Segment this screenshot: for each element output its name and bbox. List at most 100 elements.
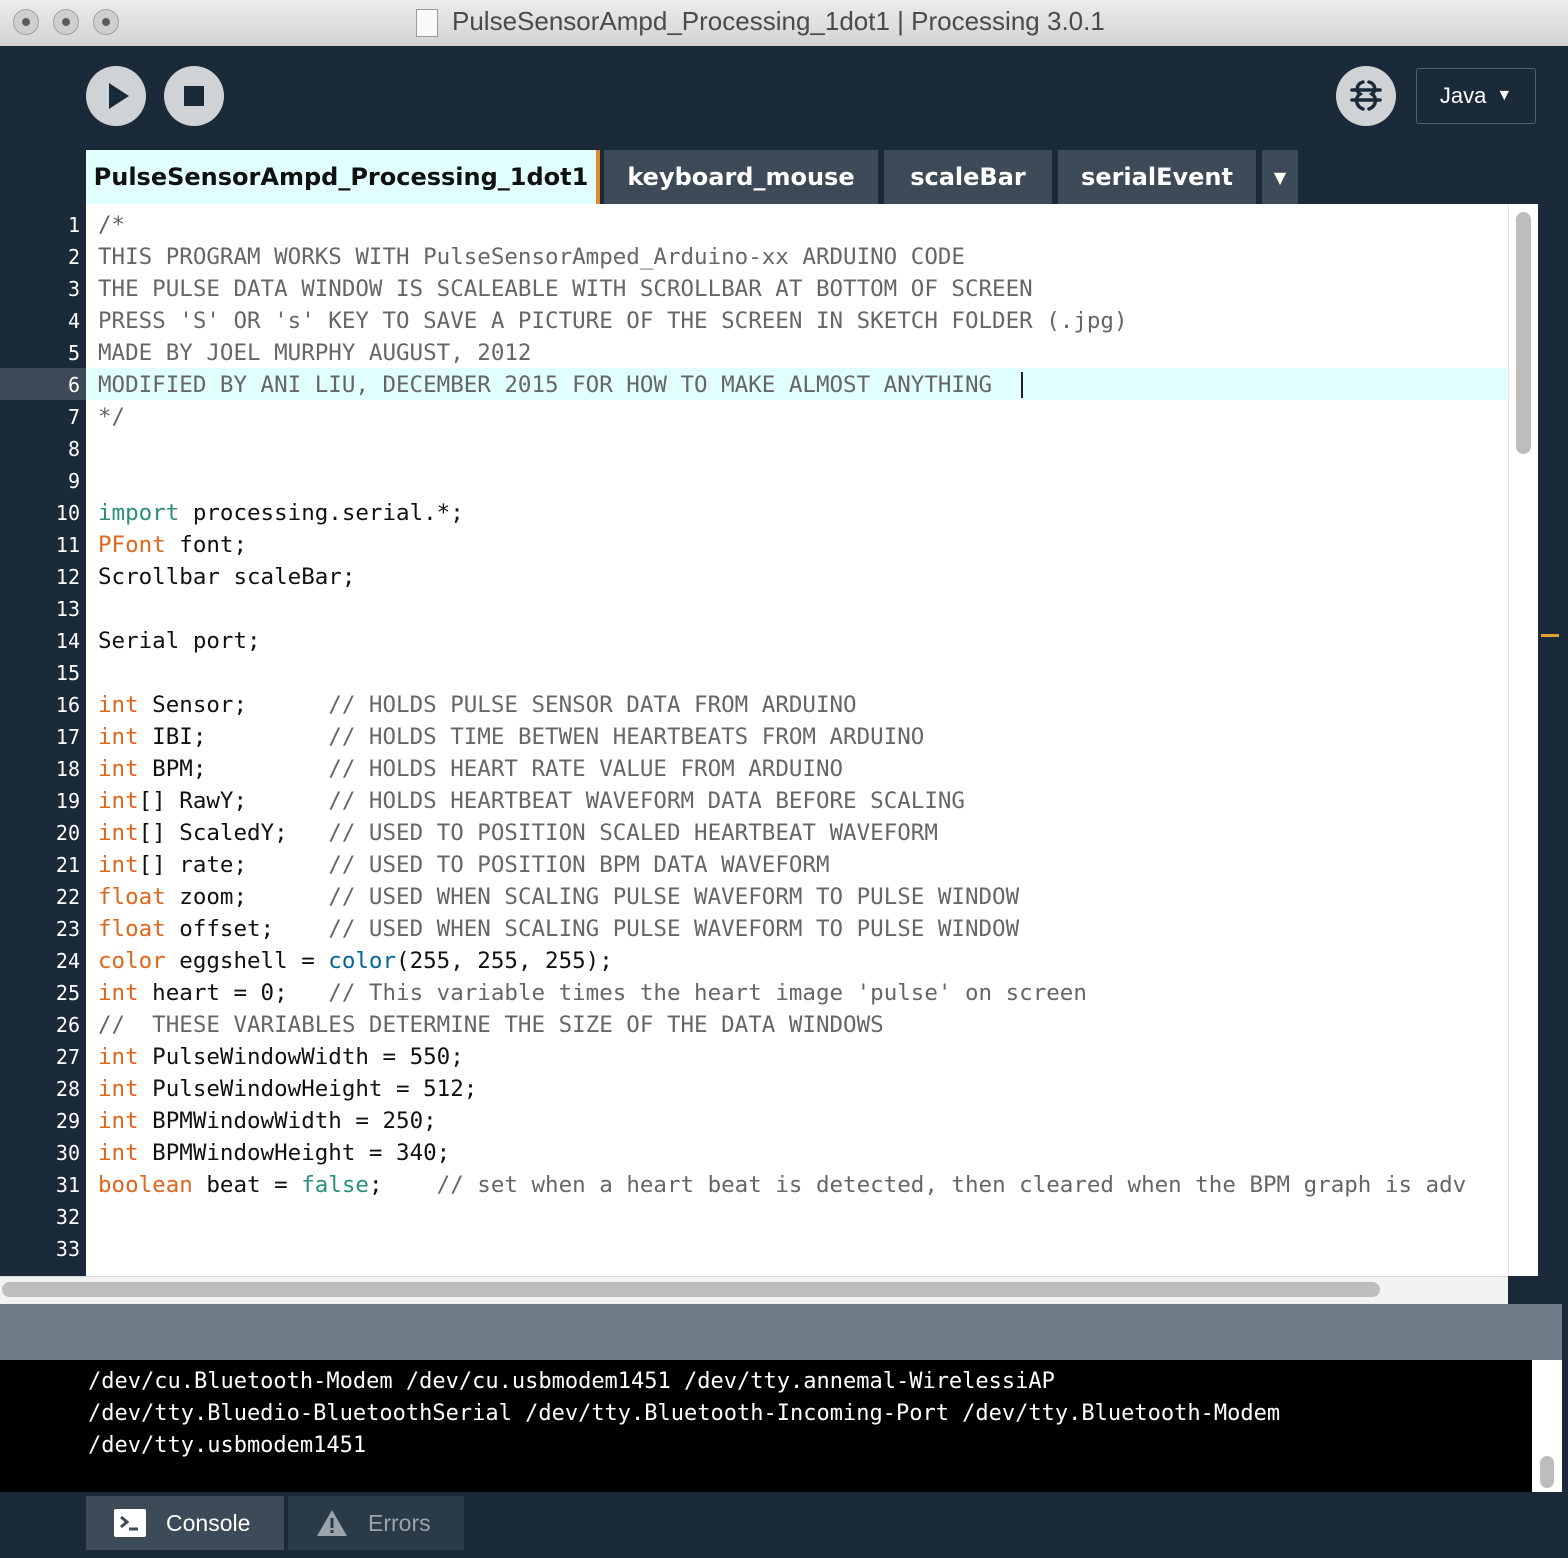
line-number: 12 (55, 565, 80, 589)
code-token: float (98, 916, 166, 942)
code-token: heart = 0; (138, 980, 329, 1006)
code-line: import processing.serial.*; (98, 497, 464, 529)
code-token: BPMWindowHeight = 340; (138, 1140, 451, 1166)
code-token: // HOLDS HEARTBEAT WAVEFORM DATA BEFORE … (328, 788, 965, 814)
debugger-button[interactable] (1336, 66, 1396, 126)
editor-vertical-scroll-thumb[interactable] (1516, 212, 1531, 454)
code-line: Scrollbar scaleBar; (98, 561, 355, 593)
code-token: /* (98, 212, 126, 238)
code-line: int BPMWindowHeight = 340; (98, 1137, 450, 1169)
tab-serialevent[interactable]: serialEvent (1058, 150, 1256, 204)
title-bar: PulseSensorAmpd_Processing_1dot1 | Proce… (0, 0, 1568, 47)
code-token: THIS PROGRAM WORKS WITH PulseSensorAmped… (98, 244, 965, 270)
code-token: // USED WHEN SCALING PULSE WAVEFORM TO P… (328, 916, 1020, 942)
code-token: // set when a heart beat is detected, th… (436, 1172, 1467, 1198)
code-line: int PulseWindowWidth = 550; (98, 1041, 464, 1073)
console-line: /dev/tty.usbmodem1451 (88, 1433, 367, 1458)
line-number: 8 (67, 437, 80, 461)
code-line: int[] rate; // USED TO POSITION BPM DATA… (98, 849, 830, 881)
line-number: 18 (55, 757, 80, 781)
zoom-window-button[interactable] (93, 9, 119, 35)
text-caret (1021, 372, 1023, 398)
line-number: 22 (55, 885, 80, 909)
code-token: // HOLDS PULSE SENSOR DATA FROM ARDUINO (328, 692, 857, 718)
line-number: 15 (55, 661, 80, 685)
close-window-button[interactable] (13, 9, 39, 35)
code-line: PRESS 'S' OR 's' KEY TO SAVE A PICTURE O… (98, 305, 1128, 337)
line-number: 24 (55, 949, 80, 973)
code-token: Sensor; (138, 692, 329, 718)
code-token: */ (98, 404, 126, 430)
code-line: int PulseWindowHeight = 512; (98, 1073, 477, 1105)
code-token: // HOLDS HEART RATE VALUE FROM ARDUINO (328, 756, 844, 782)
warning-icon (317, 1510, 347, 1536)
line-number: 23 (55, 917, 80, 941)
console-tab[interactable]: Console (86, 1496, 284, 1550)
code-token: THE PULSE DATA WINDOW IS SCALEABLE WITH … (98, 276, 1033, 302)
line-number: 14 (55, 629, 80, 653)
minimize-window-button[interactable] (53, 9, 79, 35)
console-tab-label: Console (166, 1509, 251, 1536)
tabs-menu-button[interactable]: ▼ (1262, 150, 1298, 204)
code-token: PulseWindowHeight = 512; (138, 1076, 478, 1102)
code-line: color eggshell = color(255, 255, 255); (98, 945, 613, 977)
line-number: 2 (67, 245, 80, 269)
line-number: 6 (67, 373, 80, 397)
document-icon (416, 9, 438, 37)
code-line: int BPM; // HOLDS HEART RATE VALUE FROM … (98, 753, 843, 785)
code-line: MADE BY JOEL MURPHY AUGUST, 2012 (98, 337, 531, 369)
run-button[interactable] (86, 66, 146, 126)
line-number: 32 (55, 1205, 80, 1229)
tab-scalebar[interactable]: scaleBar (884, 150, 1052, 204)
mode-label: Java (1439, 83, 1487, 108)
line-number: 13 (55, 597, 80, 621)
code-token: // THESE VARIABLES DETERMINE THE SIZE OF… (98, 1012, 884, 1038)
line-number: 20 (55, 821, 80, 845)
code-token: IBI; (138, 724, 329, 750)
code-line: */ (98, 401, 125, 433)
code-token: font; (165, 532, 248, 558)
code-line: int[] RawY; // HOLDS HEARTBEAT WAVEFORM … (98, 785, 965, 817)
code-line: int Sensor; // HOLDS PULSE SENSOR DATA F… (98, 689, 857, 721)
editor-horizontal-scroll-thumb[interactable] (2, 1282, 1380, 1297)
tab-keyboard-mouse[interactable]: keyboard_mouse (604, 150, 878, 204)
error-marker[interactable] (1541, 634, 1559, 637)
mode-selector[interactable]: Java ▼ (1416, 68, 1536, 124)
code-token: Serial port; (98, 628, 261, 654)
code-token: // USED TO POSITION BPM DATA WAVEFORM (328, 852, 830, 878)
debugger-icon (1350, 80, 1382, 111)
line-number: 25 (55, 981, 80, 1005)
line-number: 27 (55, 1045, 80, 1069)
console-output: /dev/cu.Bluetooth-Modem /dev/cu.usbmodem… (0, 1360, 1532, 1492)
code-line: MODIFIED BY ANI LIU, DECEMBER 2015 FOR H… (98, 369, 992, 401)
code-line: /* (98, 209, 125, 241)
code-line: THE PULSE DATA WINDOW IS SCALEABLE WITH … (98, 273, 1033, 305)
line-number: 3 (67, 277, 80, 301)
console-scroll-thumb[interactable] (1540, 1456, 1554, 1488)
console-line: /dev/cu.Bluetooth-Modem /dev/cu.usbmodem… (88, 1369, 1055, 1394)
code-token: int (98, 820, 139, 846)
code-token: BPMWindowWidth = 250; (138, 1108, 437, 1134)
tab-pulsesensorampd-processing[interactable]: PulseSensorAmpd_Processing_1dot1 (86, 150, 600, 204)
chevron-down-icon: ▼ (1496, 87, 1513, 104)
errors-tab[interactable]: Errors (288, 1496, 464, 1550)
code-line: int heart = 0; // This variable times th… (98, 977, 1087, 1009)
line-number: 7 (67, 405, 80, 429)
code-token: int (98, 724, 139, 750)
code-token: Scrollbar scaleBar; (98, 564, 356, 590)
line-number: 4 (67, 309, 80, 333)
line-number: 28 (55, 1077, 80, 1101)
code-line: PFont font; (98, 529, 247, 561)
code-token: // USED TO POSITION SCALED HEARTBEAT WAV… (328, 820, 938, 846)
line-number: 31 (55, 1173, 80, 1197)
errors-tab-label: Errors (368, 1509, 431, 1536)
code-token: processing.serial.*; (179, 500, 464, 526)
stop-button[interactable] (164, 66, 224, 126)
code-token: ; (368, 1172, 437, 1198)
code-token: [] rate; (138, 852, 329, 878)
line-number: 11 (55, 533, 80, 557)
code-token: int (98, 980, 139, 1006)
code-line: // THESE VARIABLES DETERMINE THE SIZE OF… (98, 1009, 884, 1041)
line-number: 30 (55, 1141, 80, 1165)
code-line: int[] ScaledY; // USED TO POSITION SCALE… (98, 817, 938, 849)
